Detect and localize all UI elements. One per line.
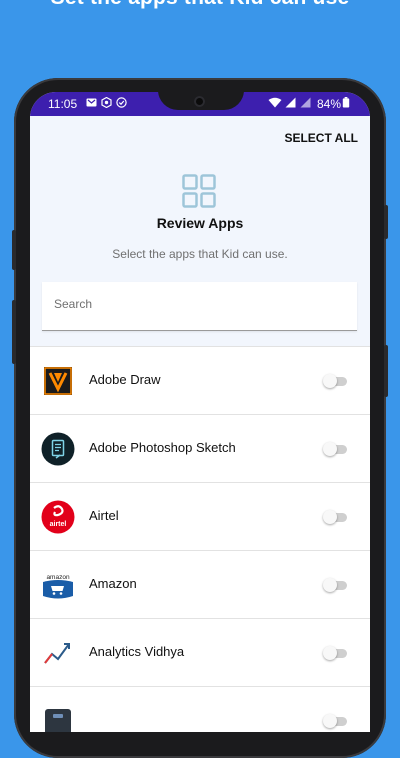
app-toggle[interactable] — [323, 374, 347, 388]
search-input[interactable] — [52, 296, 346, 312]
list-item[interactable]: Adobe Photoshop Sketch — [30, 415, 370, 483]
app-toggle[interactable] — [323, 442, 347, 456]
amazon-logo-text: amazon — [46, 574, 70, 581]
airtel-logo-text: airtel — [50, 521, 67, 528]
signal-icon — [285, 97, 296, 108]
settings-icon — [101, 97, 112, 108]
app-name: Analytics Vidhya — [89, 644, 185, 659]
battery-icon — [342, 97, 350, 108]
page-title: Review Apps — [156, 215, 244, 231]
app-name: Adobe Photoshop Sketch — [89, 440, 236, 455]
phone-side-button — [12, 300, 16, 364]
app-toggle[interactable] — [323, 578, 347, 592]
app-name: Adobe Draw — [89, 372, 161, 387]
shield-check-icon — [116, 97, 127, 108]
list-item[interactable] — [30, 687, 370, 732]
search-box — [42, 282, 357, 331]
adobe-photoshop-sketch-icon — [41, 432, 75, 466]
adobe-draw-icon — [44, 367, 72, 395]
app-list: Adobe Draw Adobe Photoshop Sketch airtel… — [30, 346, 370, 732]
app-icon — [45, 709, 71, 732]
mail-icon — [86, 98, 97, 107]
app-toggle[interactable] — [323, 510, 347, 524]
list-item[interactable]: Analytics Vidhya — [30, 619, 370, 687]
signal-icon — [300, 97, 311, 108]
app-toggle[interactable] — [323, 714, 347, 728]
app-name: Amazon — [89, 576, 137, 591]
apps-grid-icon — [182, 174, 216, 208]
phone-side-button — [384, 345, 388, 397]
airtel-icon: airtel — [41, 500, 75, 534]
analytics-vidhya-icon — [44, 643, 70, 664]
select-all-button[interactable]: SELECT ALL — [284, 131, 358, 145]
page-subtitle: Select the apps that Kid can use. — [112, 247, 288, 261]
status-time: 11:05 — [48, 97, 78, 111]
phone-side-button — [12, 230, 16, 270]
front-camera — [194, 96, 205, 107]
amazon-icon: amazon — [41, 572, 75, 599]
list-item[interactable]: Adobe Draw — [30, 346, 370, 415]
app-name: Airtel — [89, 508, 119, 523]
review-header: SELECT ALL Review Apps Select the apps t… — [30, 116, 370, 346]
app-toggle[interactable] — [323, 646, 347, 660]
list-item[interactable]: amazon Amazon — [30, 551, 370, 619]
status-bar: 11:05 84% — [30, 92, 370, 116]
wifi-icon — [268, 97, 282, 108]
list-item[interactable]: airtel Airtel — [30, 483, 370, 551]
battery-percentage: 84% — [317, 97, 342, 111]
headline: Set the apps that Kid can use — [0, 0, 400, 10]
app-screen: 11:05 84% SELECT ALL Review Apps Select … — [30, 92, 370, 732]
phone-side-button — [384, 205, 388, 239]
